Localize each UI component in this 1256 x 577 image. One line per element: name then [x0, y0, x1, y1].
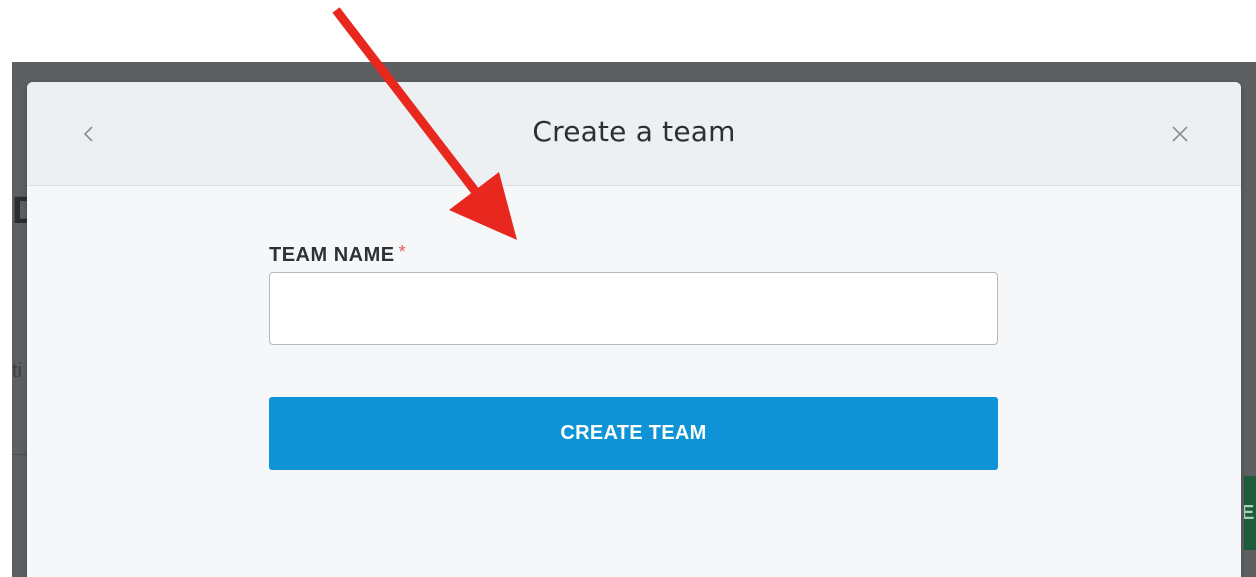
modal-header: Create a team: [27, 82, 1241, 186]
background-text: ti: [12, 360, 22, 382]
team-name-label-text: TEAM NAME: [269, 244, 395, 266]
required-marker: *: [398, 242, 407, 262]
create-team-modal: Create a team TEAM NAME * CREATE TEAM: [27, 82, 1241, 577]
close-icon[interactable]: [1167, 120, 1193, 148]
background-button: E: [1244, 476, 1256, 550]
team-name-label: TEAM NAME *: [269, 242, 407, 267]
modal-title: Create a team: [532, 115, 736, 148]
team-name-input[interactable]: [269, 272, 998, 345]
create-team-button[interactable]: CREATE TEAM: [269, 397, 998, 470]
